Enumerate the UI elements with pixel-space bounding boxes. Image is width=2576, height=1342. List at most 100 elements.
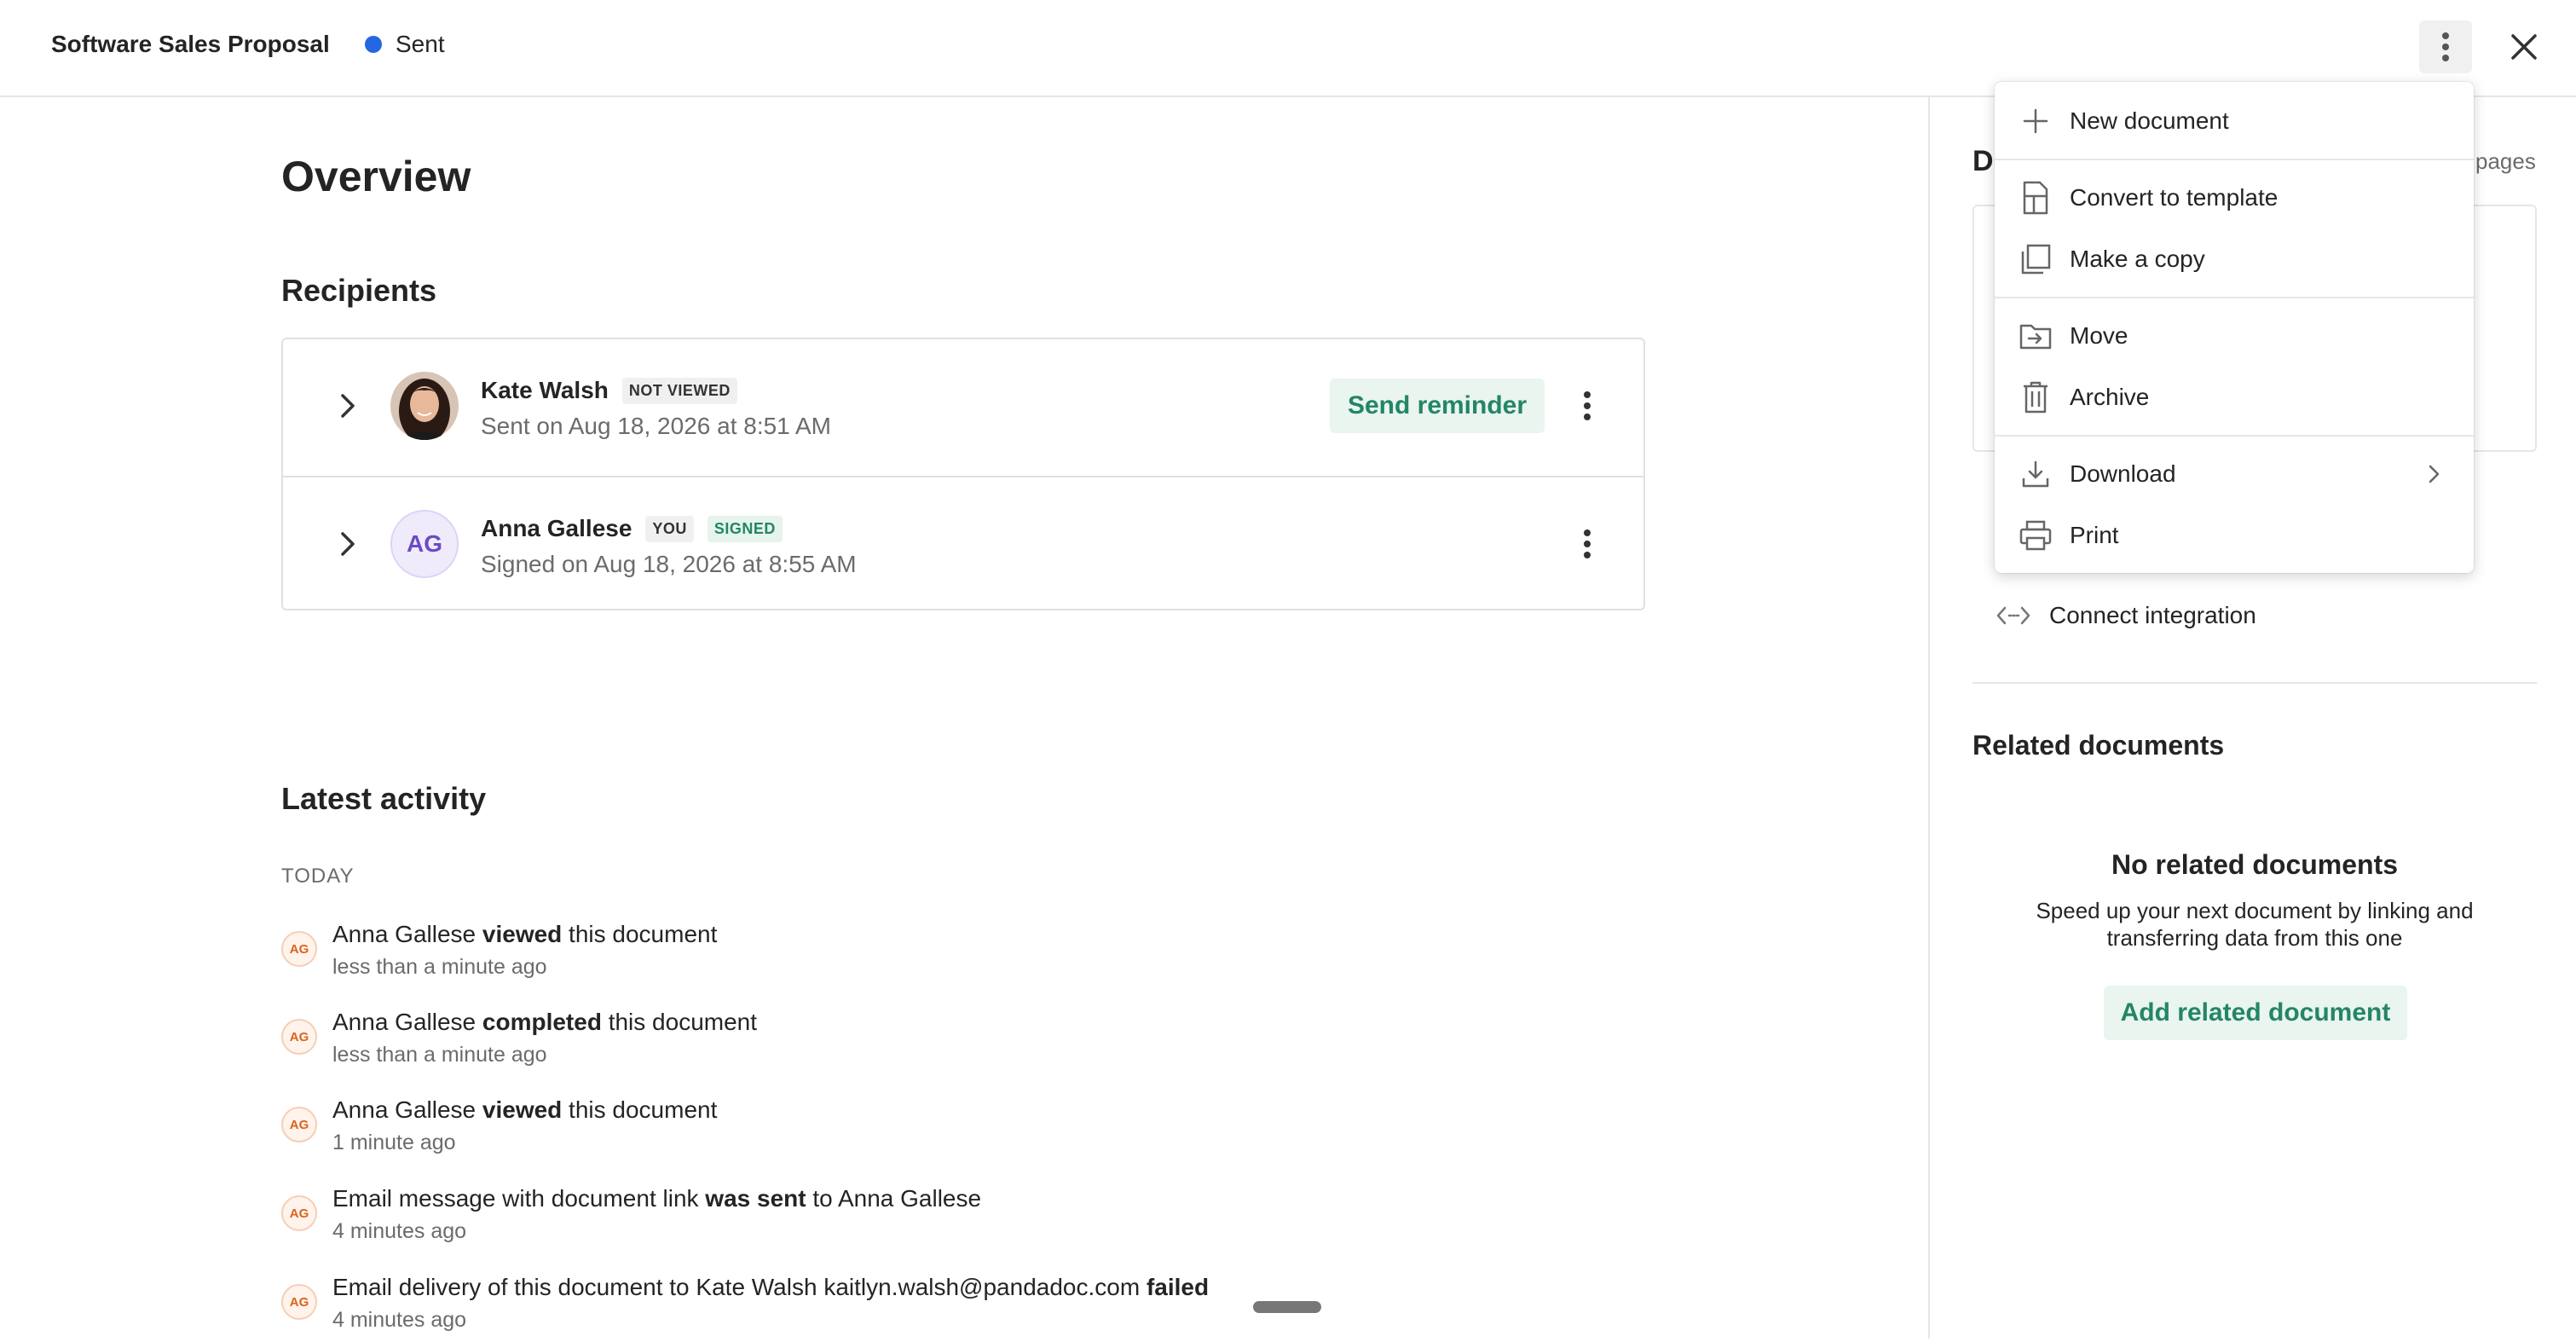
avatar <box>390 372 459 440</box>
recipient-name-text: Kate Walsh <box>481 377 609 403</box>
menu-item-make-a-copy[interactable]: Make a copy <box>1995 228 2474 290</box>
menu-item-move[interactable]: Move <box>1995 305 2474 367</box>
activity-action: was sent <box>705 1185 806 1212</box>
copy-icon <box>2019 242 2053 276</box>
menu-item-convert-to-template[interactable]: Convert to template <box>1995 167 2474 228</box>
chevron-right-icon <box>2429 465 2440 483</box>
kebab-icon <box>1584 529 1591 558</box>
menu-item-archive[interactable]: Archive <box>1995 367 2474 428</box>
activity-text-pre: Email delivery of this document to Kate … <box>332 1274 1146 1300</box>
related-documents-heading: Related documents <box>1972 730 2225 761</box>
avatar: AG <box>281 1284 317 1320</box>
plus-icon <box>2019 104 2053 138</box>
kebab-icon <box>1584 391 1591 420</box>
activity-text-pre: Anna Gallese <box>332 921 482 947</box>
status-label: Sent <box>396 31 445 57</box>
recipient-options-button[interactable] <box>1562 518 1613 570</box>
recipient-row: AG Anna Gallese YOU SIGNED Signed on Aug… <box>283 476 1643 614</box>
activity-text: Anna Gallese viewed this document <box>332 921 717 948</box>
archive-icon <box>2019 380 2053 414</box>
chevron-right-icon <box>341 532 355 556</box>
activity-item: AG Email delivery of this document to Ka… <box>281 1274 1560 1342</box>
recipient-name: Anna Gallese YOU SIGNED <box>481 515 783 542</box>
connect-integration-label: Connect integration <box>2049 602 2256 628</box>
recipient-name-text: Anna Gallese <box>481 515 632 541</box>
document-title: Software Sales Proposal <box>51 31 330 57</box>
pages-label: pages <box>2475 148 2536 174</box>
activity-action: completed <box>482 1009 602 1035</box>
close-icon <box>2511 34 2537 60</box>
avatar: AG <box>281 1195 317 1231</box>
menu-item-new-document[interactable]: New document <box>1995 90 2474 152</box>
expand-recipient-button[interactable] <box>331 527 365 561</box>
activity-item: AG Anna Gallese viewed this document les… <box>281 921 1560 989</box>
close-button[interactable] <box>2503 26 2545 68</box>
activity-item: AG Anna Gallese viewed this document 1 m… <box>281 1096 1560 1165</box>
avatar: AG <box>281 931 317 967</box>
activity-text: Anna Gallese completed this document <box>332 1009 757 1036</box>
menu-item-label: Move <box>2070 322 2128 349</box>
status-badge: Sent <box>365 31 445 58</box>
menu-divider <box>1995 159 2474 160</box>
download-icon <box>2019 457 2053 491</box>
activity-action: viewed <box>482 1096 563 1123</box>
activity-text: Email message with document link was sen… <box>332 1185 981 1212</box>
recipients-list: Kate Walsh NOT VIEWED Sent on Aug 18, 20… <box>281 338 1645 610</box>
connect-integration-link[interactable]: Connect integration <box>1996 602 2256 629</box>
status-badge-signed: SIGNED <box>707 515 783 542</box>
activity-action: failed <box>1146 1274 1210 1300</box>
avatar: AG <box>281 1019 317 1055</box>
recipient-row: Kate Walsh NOT VIEWED Sent on Aug 18, 20… <box>283 339 1643 476</box>
activity-text-post: this document <box>601 1009 758 1035</box>
activity-text: Email delivery of this document to Kate … <box>332 1274 1209 1301</box>
recipient-options-button[interactable] <box>1562 380 1613 431</box>
activity-item: AG Anna Gallese completed this document … <box>281 1009 1560 1077</box>
activity-text-post: this document <box>562 1096 718 1123</box>
print-icon <box>2019 518 2053 552</box>
menu-item-download[interactable]: Download <box>1995 443 2474 505</box>
menu-item-print[interactable]: Print <box>1995 505 2474 566</box>
activity-group-label: TODAY <box>281 865 355 888</box>
activity-time: 4 minutes ago <box>332 1308 467 1332</box>
activity-heading: Latest activity <box>281 781 487 816</box>
activity-text: Anna Gallese viewed this document <box>332 1096 717 1124</box>
avatar: AG <box>390 510 459 578</box>
menu-item-label: New document <box>2070 107 2229 134</box>
more-options-menu: New document Convert to template Make a … <box>1995 82 2474 573</box>
chevron-right-icon <box>341 394 355 418</box>
expand-recipient-button[interactable] <box>331 389 365 423</box>
activity-time: less than a minute ago <box>332 955 547 979</box>
scroll-handle[interactable] <box>1253 1301 1321 1313</box>
activity-text-post: this document <box>562 921 718 947</box>
status-badge-not-viewed: NOT VIEWED <box>621 377 737 404</box>
menu-item-label: Archive <box>2070 384 2150 410</box>
menu-item-label: Download <box>2070 460 2176 487</box>
activity-action: viewed <box>482 921 563 947</box>
avatar: AG <box>281 1107 317 1142</box>
status-badge-you: YOU <box>645 515 694 542</box>
menu-divider <box>1995 435 2474 437</box>
sidebar-section-title: D <box>1972 145 1994 177</box>
activity-text-pre: Email message with document link <box>332 1185 706 1212</box>
recipient-status-text: Sent on Aug 18, 2026 at 8:51 AM <box>481 413 831 439</box>
menu-divider <box>1995 297 2474 298</box>
code-arrows-icon <box>1996 606 2030 625</box>
menu-item-label: Convert to template <box>2070 184 2279 211</box>
template-icon <box>2019 181 2053 215</box>
activity-text-pre: Anna Gallese <box>332 1096 482 1123</box>
send-reminder-button[interactable]: Send reminder <box>1330 379 1545 433</box>
activity-time: less than a minute ago <box>332 1043 547 1067</box>
recipients-heading: Recipients <box>281 273 437 308</box>
recipient-name: Kate Walsh NOT VIEWED <box>481 377 737 404</box>
recipient-status-text: Signed on Aug 18, 2026 at 8:55 AM <box>481 551 857 577</box>
kebab-icon <box>2442 32 2449 61</box>
activity-time: 4 minutes ago <box>332 1219 467 1243</box>
add-related-document-button[interactable]: Add related document <box>2104 986 2407 1040</box>
activity-text-post: to Anna Gallese <box>806 1185 982 1212</box>
activity-time: 1 minute ago <box>332 1131 456 1154</box>
empty-state-title: No related documents <box>2111 849 2399 880</box>
status-dot-icon <box>365 36 382 53</box>
page-title: Overview <box>281 153 471 200</box>
more-options-button[interactable] <box>2419 20 2472 73</box>
move-folder-icon <box>2019 319 2053 353</box>
